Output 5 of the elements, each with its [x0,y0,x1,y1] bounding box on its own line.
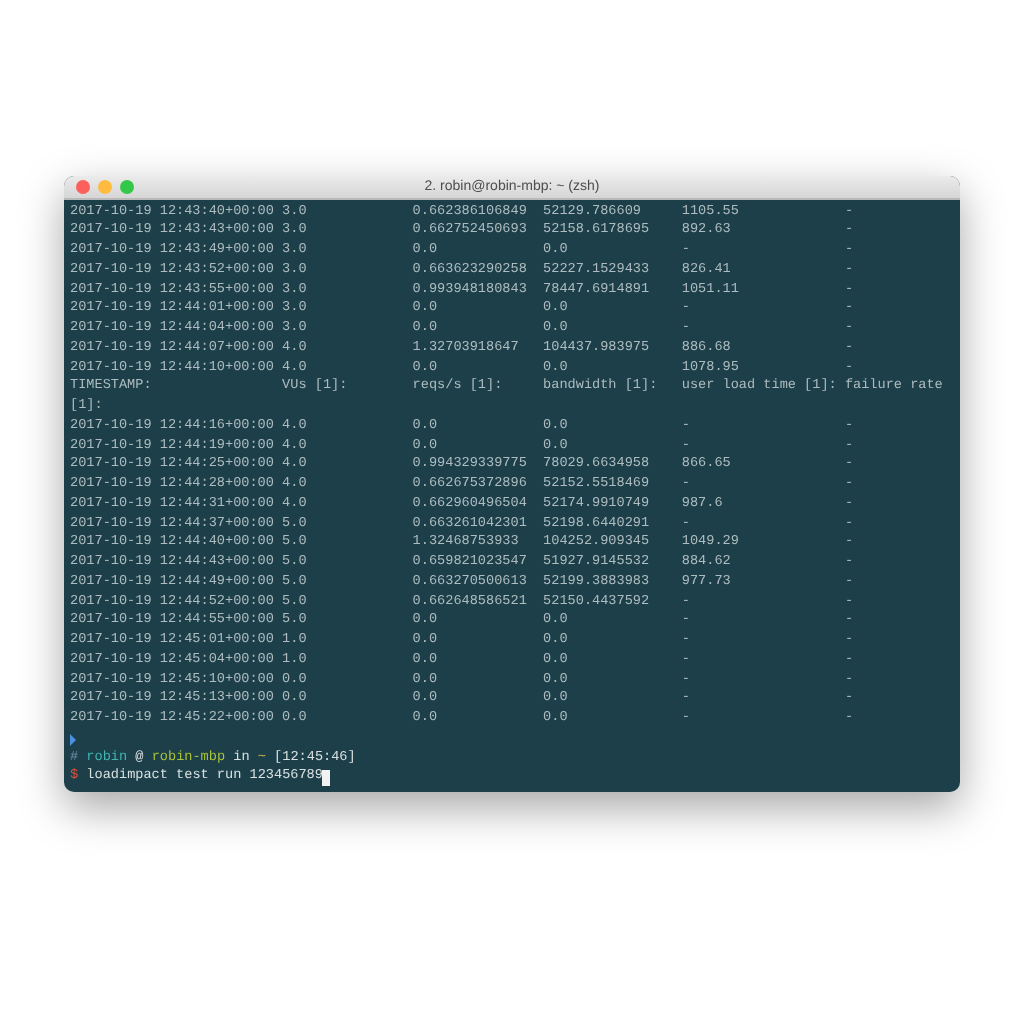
close-button[interactable] [76,179,90,194]
text-cursor [322,770,331,787]
zoom-button[interactable] [120,179,134,194]
marker-icon [70,733,76,746]
minimize-button[interactable] [98,179,112,194]
